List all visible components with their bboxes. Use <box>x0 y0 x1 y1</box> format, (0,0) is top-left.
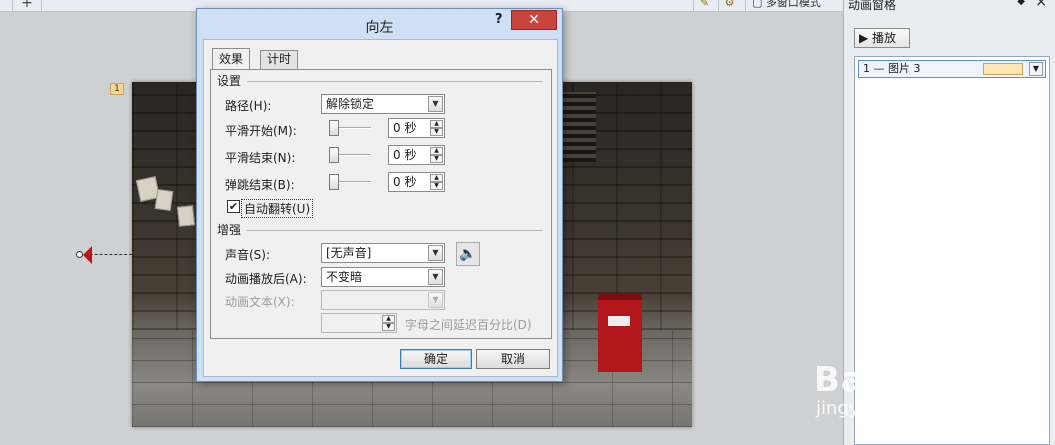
list-item[interactable]: 1 — 图片 3 ▼ <box>858 60 1046 78</box>
letter-delay-spinner[interactable]: ▲ ▼ <box>321 313 397 333</box>
motion-path-arrow-icon[interactable] <box>83 246 92 264</box>
path-label: 路径(H): <box>225 99 272 113</box>
dialog-title: 向左 <box>365 20 394 36</box>
chevron-down-icon[interactable]: ▼ <box>428 245 443 261</box>
help-icon[interactable]: ? <box>495 12 503 27</box>
path-value: 解除锁定 <box>326 97 375 111</box>
effect-options-dialog: 向左 ? ✕ 效果 计时 设置 路径(H): 解除锁定 ▼ 平滑开始(M): 0… <box>196 8 563 382</box>
dialog-body: 效果 计时 设置 路径(H): 解除锁定 ▼ 平滑开始(M): 0 秒 ▲ ▼ 平… <box>203 39 558 377</box>
after-animation-label: 动画播放后(A): <box>225 272 307 286</box>
animate-text-select[interactable]: ▼ <box>321 290 445 310</box>
play-icon: ▶ <box>859 31 873 45</box>
group-divider <box>247 230 543 231</box>
after-animation-select[interactable]: 不变暗 ▼ <box>321 267 445 287</box>
animation-order-tag[interactable]: 1 <box>110 83 124 95</box>
wall-vent <box>562 92 596 162</box>
letter-delay-label: 字母之间延迟百分比(D) <box>405 318 532 332</box>
chevron-down-icon[interactable]: ▼ <box>428 292 443 308</box>
animation-item-label: 1 — 图片 3 <box>863 62 921 75</box>
down-arrow-icon[interactable]: ▼ <box>382 323 395 331</box>
multi-window-button[interactable]: ▢ 多窗口模式 <box>745 0 843 12</box>
auto-reverse-label[interactable]: 自动翻转(U) <box>241 199 314 218</box>
tab-timing[interactable]: 计时 <box>260 50 299 69</box>
mailbox-plate <box>608 316 630 326</box>
smooth-end-spinner[interactable]: 0 秒 ▲ ▼ <box>388 145 445 165</box>
slider-thumb[interactable] <box>329 147 339 163</box>
play-button[interactable]: ▶ 播放 <box>854 28 910 48</box>
watermark-url: jingyan.baidu.com <box>816 398 983 419</box>
smooth-start-label: 平滑开始(M): <box>225 124 297 138</box>
red-mailbox <box>598 294 642 372</box>
bounce-end-slider[interactable] <box>329 174 373 190</box>
close-button[interactable]: ✕ <box>511 10 557 30</box>
after-animation-value: 不变暗 <box>326 270 363 284</box>
chevron-down-icon[interactable]: ▼ <box>1029 62 1043 76</box>
slider-thumb[interactable] <box>329 120 339 136</box>
chevron-down-icon[interactable]: ▼ <box>428 269 443 285</box>
up-arrow-icon[interactable]: ▲ <box>382 315 395 323</box>
smooth-end-value: 0 秒 <box>393 148 417 162</box>
bounce-end-spinner[interactable]: 0 秒 ▲ ▼ <box>388 172 445 192</box>
ok-button[interactable]: 确定 <box>400 349 472 369</box>
pane-options-icon[interactable]: ◆ <box>1017 0 1025 7</box>
timing-bar[interactable] <box>983 63 1023 75</box>
animate-text-label: 动画文本(X): <box>225 295 295 309</box>
smooth-end-slider[interactable] <box>329 147 373 163</box>
down-arrow-icon[interactable]: ▼ <box>430 182 443 190</box>
add-slide-button[interactable]: + <box>12 0 42 12</box>
pane-title: 动画窗格 <box>848 0 897 12</box>
spinner-buttons[interactable]: ▲ ▼ <box>430 147 443 163</box>
window-icon: ▢ <box>752 0 766 9</box>
speaker-icon[interactable]: 🔈 <box>456 242 480 266</box>
smooth-end-label: 平滑结束(N): <box>225 151 296 165</box>
settings-group-label: 设置 <box>217 74 242 88</box>
down-arrow-icon[interactable]: ▼ <box>430 155 443 163</box>
slider-thumb[interactable] <box>329 174 339 190</box>
chevron-down-icon[interactable]: ▼ <box>428 96 443 112</box>
cancel-button[interactable]: 取消 <box>476 349 550 369</box>
motion-path-end-point[interactable] <box>76 251 83 258</box>
group-divider <box>247 81 543 82</box>
sound-value: [无声音] <box>326 246 372 260</box>
smooth-start-spinner[interactable]: 0 秒 ▲ ▼ <box>388 118 445 138</box>
bounce-end-value: 0 秒 <box>393 175 417 189</box>
play-label: 播放 <box>872 31 897 45</box>
smooth-start-slider[interactable] <box>329 120 373 136</box>
tab-panel-effect: 设置 路径(H): 解除锁定 ▼ 平滑开始(M): 0 秒 ▲ ▼ 平滑结束(N)… <box>210 69 552 339</box>
tab-effect[interactable]: 效果 <box>212 48 251 70</box>
sound-label: 声音(S): <box>225 248 271 262</box>
wall-note <box>176 205 196 227</box>
multi-window-label: 多窗口模式 <box>765 0 821 9</box>
spinner-buttons[interactable]: ▲ ▼ <box>382 315 395 331</box>
smooth-start-value: 0 秒 <box>393 121 417 135</box>
pane-close-icon[interactable]: × <box>1035 0 1047 10</box>
up-arrow-icon[interactable]: ▲ <box>430 120 443 128</box>
up-arrow-icon[interactable]: ▲ <box>430 174 443 182</box>
watermark-logo: Bai du 经验 <box>814 360 1024 400</box>
sound-select[interactable]: [无声音] ▼ <box>321 243 445 263</box>
spinner-buttons[interactable]: ▲ ▼ <box>430 174 443 190</box>
up-arrow-icon[interactable]: ▲ <box>430 147 443 155</box>
wall-note <box>154 188 174 212</box>
path-select[interactable]: 解除锁定 ▼ <box>321 94 445 114</box>
reorder-icon[interactable]: ⚙ <box>718 0 740 11</box>
down-arrow-icon[interactable]: ▼ <box>430 128 443 136</box>
bounce-end-label: 弹跳结束(B): <box>225 178 295 192</box>
animation-painter-icon[interactable]: ✎ <box>693 0 715 11</box>
spinner-buttons[interactable]: ▲ ▼ <box>430 120 443 136</box>
enhance-group-label: 增强 <box>217 223 242 237</box>
auto-reverse-checkbox[interactable]: ✔ <box>227 200 240 213</box>
